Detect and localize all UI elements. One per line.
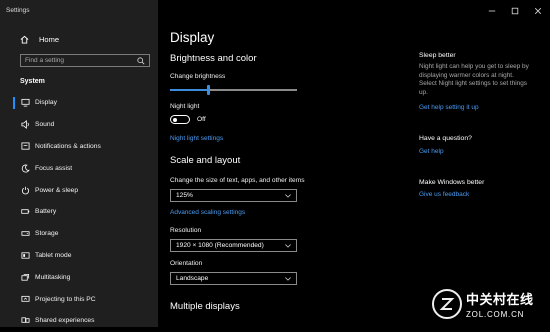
sidebar-item-label: Storage — [35, 230, 59, 238]
sidebar-item-shared-experiences[interactable]: Shared experiences — [0, 310, 158, 332]
sleep-help-link[interactable]: Get help setting it up — [419, 104, 479, 111]
watermark: 中关村在线 ZOL.COM.CN — [432, 286, 544, 322]
sleep-better-title: Sleep better — [419, 52, 456, 59]
chevron-down-icon — [285, 243, 291, 248]
slider-fill — [170, 89, 208, 91]
battery-icon — [20, 207, 30, 217]
resolution-label: Resolution — [170, 227, 202, 234]
sidebar-item-battery[interactable]: Battery — [0, 201, 158, 223]
brightness-label: Change brightness — [170, 73, 226, 80]
projecting-icon — [20, 294, 30, 304]
moon-icon — [20, 163, 30, 173]
page-title: Display — [170, 30, 215, 45]
toggle-knob — [173, 117, 177, 122]
storage-icon — [20, 229, 30, 239]
tablet-icon — [20, 250, 30, 260]
sidebar-item-label: Display — [35, 99, 57, 107]
window-title: Settings — [6, 7, 30, 14]
slider-thumb[interactable] — [207, 85, 210, 95]
night-light-toggle[interactable] — [170, 115, 190, 124]
close-icon[interactable] — [534, 7, 542, 15]
chevron-down-icon — [285, 276, 291, 281]
sidebar-item-storage[interactable]: Storage — [0, 223, 158, 245]
search-input[interactable] — [25, 57, 125, 64]
sidebar-nav: Display Sound Notifications & actions Fo… — [0, 92, 158, 332]
multiple-displays-heading: Multiple displays — [170, 301, 240, 312]
resolution-dropdown[interactable]: 1920 × 1080 (Recommended) — [170, 239, 297, 252]
maximize-icon[interactable] — [511, 7, 519, 15]
sidebar-item-label: Projecting to this PC — [35, 295, 96, 303]
sidebar-section-title: System — [20, 78, 45, 85]
brightness-slider[interactable] — [170, 85, 297, 95]
monitor-icon — [20, 98, 30, 108]
scale-dropdown[interactable]: 125% — [170, 189, 297, 202]
sidebar-item-label: Shared experiences — [35, 317, 95, 325]
sidebar-item-label: Power & sleep — [35, 186, 79, 194]
chevron-down-icon — [285, 193, 291, 198]
make-windows-better-title: Make Windows better — [419, 179, 485, 186]
watermark-en: ZOL.COM.CN — [466, 310, 525, 319]
advanced-scaling-link[interactable]: Advanced scaling settings — [170, 209, 245, 216]
brightness-heading: Brightness and color — [170, 53, 257, 64]
power-icon — [20, 185, 30, 195]
watermark-text: 中关村在线 ZOL.COM.CN — [466, 289, 534, 319]
sidebar-item-label: Notifications & actions — [35, 142, 101, 150]
sidebar-item-multitasking[interactable]: Multitasking — [0, 266, 158, 288]
sidebar-item-tablet-mode[interactable]: Tablet mode — [0, 245, 158, 267]
settings-window: Settings Home System Display — [0, 0, 550, 327]
notifications-icon — [20, 141, 30, 151]
orientation-label: Orientation — [170, 260, 203, 267]
feedback-link[interactable]: Give us feedback — [419, 191, 469, 198]
sidebar-item-focus-assist[interactable]: Focus assist — [0, 157, 158, 179]
sidebar-item-projecting[interactable]: Projecting to this PC — [0, 288, 158, 310]
night-light-state: Off — [197, 116, 206, 123]
question-title: Have a question? — [419, 135, 472, 142]
orientation-dropdown[interactable]: Landscape — [170, 272, 297, 285]
home-icon — [20, 35, 29, 44]
scale-heading: Scale and layout — [170, 155, 241, 166]
sidebar-item-label: Focus assist — [35, 164, 73, 172]
sidebar-item-sound[interactable]: Sound — [0, 114, 158, 136]
sidebar-item-display[interactable]: Display — [0, 92, 158, 114]
sidebar: Settings Home System Display — [0, 0, 158, 327]
get-help-link[interactable]: Get help — [419, 148, 444, 155]
watermark-cn: 中关村在线 — [466, 292, 534, 307]
window-controls — [488, 7, 542, 15]
sidebar-item-notifications[interactable]: Notifications & actions — [0, 136, 158, 158]
shared-experiences-icon — [20, 316, 30, 326]
scale-label: Change the size of text, apps, and other… — [170, 177, 305, 184]
sidebar-item-label: Multitasking — [35, 273, 71, 281]
multitasking-icon — [20, 272, 30, 282]
sidebar-item-label: Sound — [35, 121, 55, 129]
search-box[interactable] — [20, 54, 150, 67]
sleep-better-text: Night light can help you get to sleep by… — [419, 63, 529, 96]
sidebar-item-label: Tablet mode — [35, 251, 72, 259]
scale-value: 125% — [176, 192, 193, 199]
home-label: Home — [39, 34, 60, 44]
search-icon[interactable] — [137, 56, 145, 65]
speaker-icon — [20, 120, 30, 130]
resolution-value: 1920 × 1080 (Recommended) — [176, 242, 264, 249]
sidebar-item-power-sleep[interactable]: Power & sleep — [0, 179, 158, 201]
night-light-label: Night light — [170, 103, 200, 110]
home-nav-item[interactable]: Home — [20, 33, 59, 45]
night-light-settings-link[interactable]: Night light settings — [170, 135, 223, 142]
main-content: Display Brightness and color Change brig… — [170, 0, 400, 327]
sidebar-item-label: Battery — [35, 208, 57, 216]
zol-logo-icon — [432, 289, 462, 319]
orientation-value: Landscape — [176, 275, 209, 282]
minimize-icon[interactable] — [488, 7, 496, 15]
